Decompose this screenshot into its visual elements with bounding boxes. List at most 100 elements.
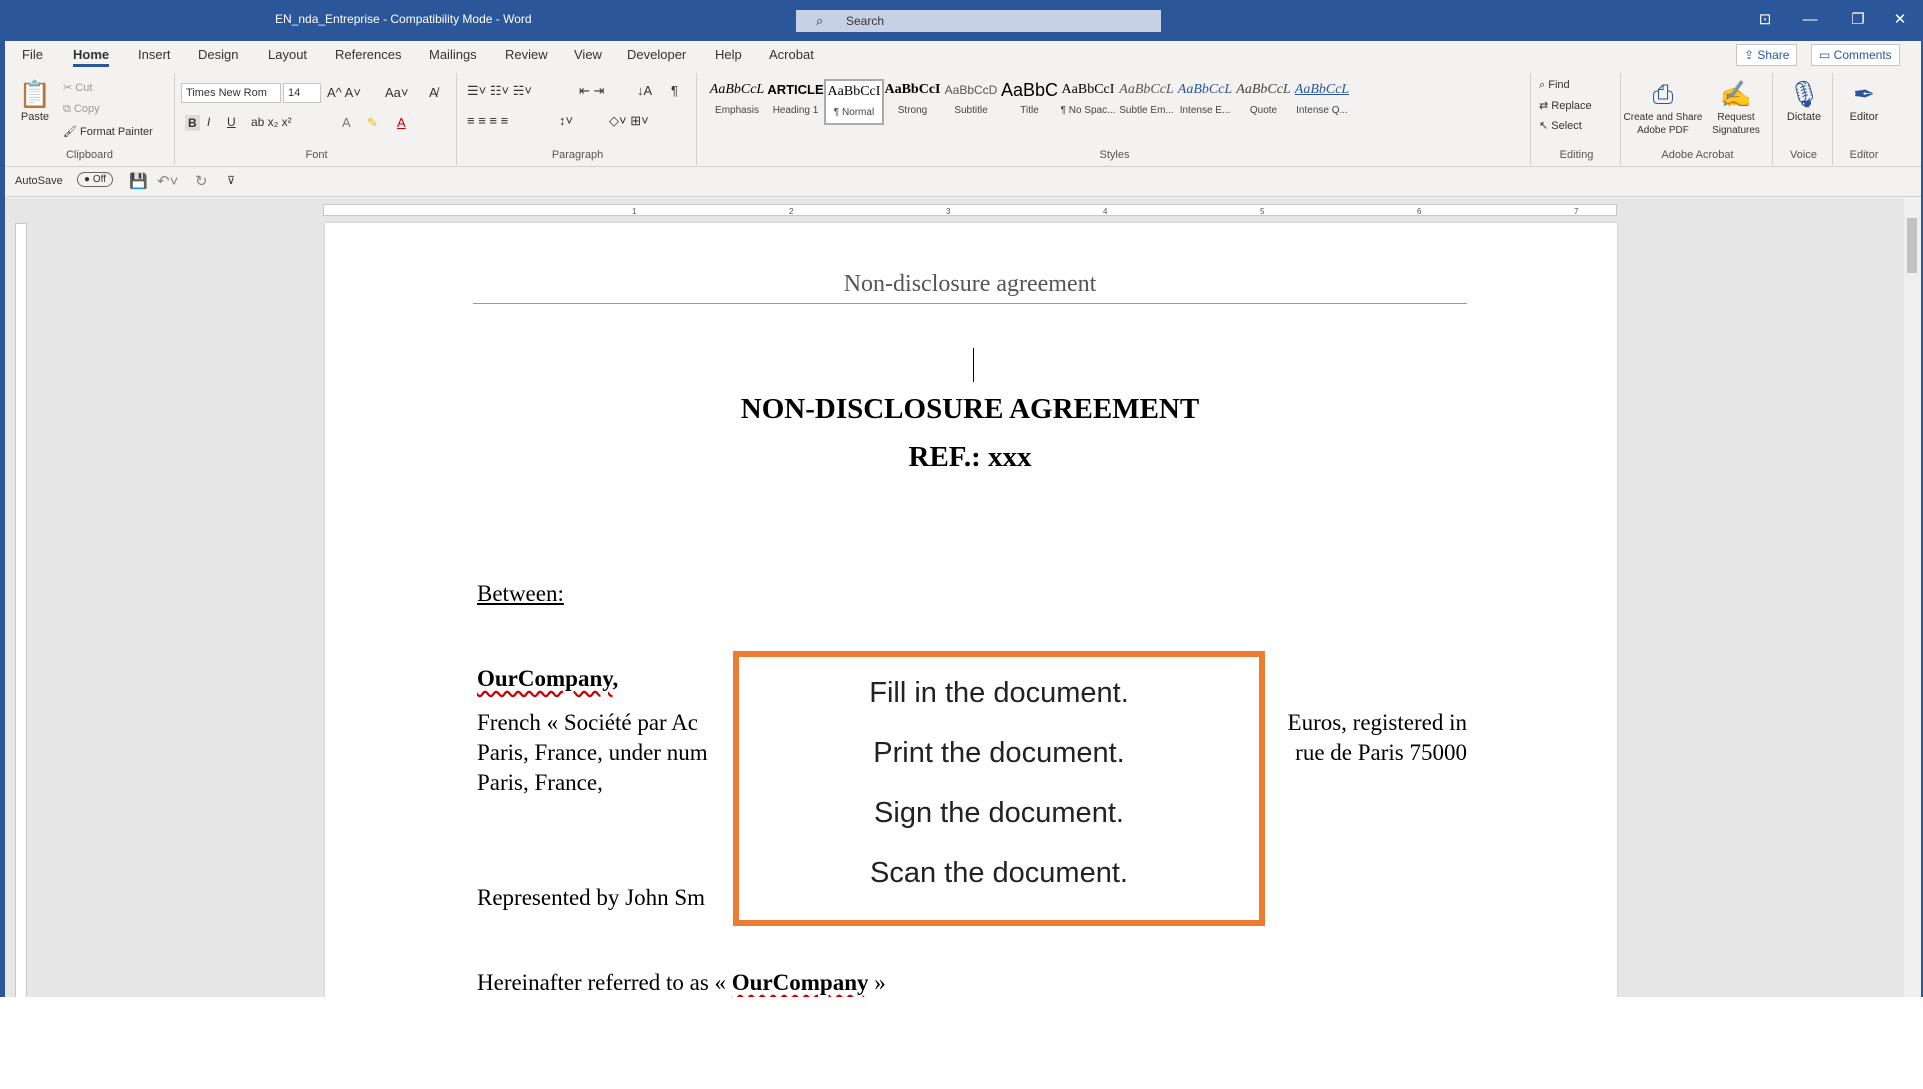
document-ref: REF.: xxx (473, 441, 1467, 474)
autosave-label: AutoSave (15, 175, 63, 187)
paste-button[interactable]: 📋 Paste (17, 77, 53, 123)
editor-button[interactable]: ✒ Editor (1835, 77, 1893, 123)
style-name: Subtitle (954, 105, 988, 116)
ribbon-tabs: File Home Insert Design Layout Reference… (5, 41, 1921, 69)
hereinafter-suffix: » (874, 970, 886, 995)
font-name-select[interactable]: Times New Rom (181, 83, 281, 103)
undo-icon[interactable]: ↶˅ (157, 172, 178, 190)
dictate-button[interactable]: 🎙 Dictate (1775, 77, 1833, 123)
editor-group-label: Editor (1849, 149, 1879, 161)
font-color-icon[interactable]: A (397, 115, 406, 130)
bullets-icon[interactable]: ☰˅ ☷˅ ☵˅ (467, 83, 532, 99)
align-icons[interactable]: ≡ ≡ ≡ ≡ (467, 113, 508, 128)
paragraph-group: ☰˅ ☷˅ ☵˅ ⇤ ⇥ ↓A ¶ ≡ ≡ ≡ ≡ ↕˅ ◇˅ ⊞˅ Parag… (459, 73, 697, 165)
style-item[interactable]: AaBbCcL Quote (1234, 79, 1294, 125)
tab-mailings[interactable]: Mailings (429, 47, 477, 62)
request-signatures-button[interactable]: ✍ Request Signatures (1705, 77, 1767, 137)
vertical-ruler[interactable] (15, 223, 27, 997)
style-name: Strong (897, 105, 928, 116)
highlight-icon[interactable]: ✎ (367, 115, 378, 131)
clear-format-icon[interactable]: A̸ (429, 85, 438, 100)
step-fill: Fill in the document. (869, 677, 1129, 709)
italic-button[interactable]: I (207, 115, 210, 129)
restore-button[interactable]: ❐ (1843, 8, 1873, 32)
word-window: EN_nda_Entreprise - Compatibility Mode -… (0, 0, 1923, 997)
ribbon-display-button[interactable]: ⊡ (1750, 8, 1780, 32)
minimize-button[interactable]: — (1795, 8, 1825, 32)
cut-button[interactable]: ✂ Cut (63, 81, 92, 94)
style-preview: AaBbCcI (884, 82, 941, 97)
line-spacing-icon[interactable]: ↕˅ (559, 113, 573, 128)
ruler-number: 2 (789, 207, 794, 216)
represented-line: Represented by John Sm (477, 885, 706, 910)
find-button[interactable]: ⌕ Find (1539, 79, 1570, 92)
format-painter-button[interactable]: 🖌 Format Painter (63, 125, 153, 138)
text-cursor (973, 348, 974, 382)
clipboard-label: Clipboard (65, 149, 114, 161)
text-effects-icon[interactable]: A (342, 115, 351, 130)
horizontal-ruler[interactable]: 1 2 3 4 5 6 7 (323, 204, 1617, 216)
style-item[interactable]: AaBbC Title (1000, 79, 1060, 125)
font-size-select[interactable]: 14 (283, 83, 321, 103)
tab-design[interactable]: Design (198, 47, 238, 62)
style-item[interactable]: AaBbCcI ¶ No Spac... (1058, 79, 1118, 125)
select-label: Select (1551, 120, 1582, 132)
acrobat-label: Adobe Acrobat (1661, 149, 1734, 161)
tab-acrobat[interactable]: Acrobat (769, 47, 814, 62)
indent-icon[interactable]: ⇤ ⇥ (579, 83, 604, 99)
style-item[interactable]: AaBbCcL Intense E... (1175, 79, 1235, 125)
sort-icon[interactable]: ↓A (637, 83, 652, 98)
style-name: Heading 1 (772, 105, 819, 116)
styles-group: AaBbCcL Emphasis ARTICLE Heading 1 AaBbCcI ¶ … (699, 73, 1531, 165)
tab-layout[interactable]: Layout (268, 47, 307, 62)
tab-home[interactable]: Home (73, 47, 110, 67)
underline-button[interactable]: U (227, 115, 236, 129)
style-item[interactable]: AaBbCcL Emphasis (707, 79, 767, 125)
close-button[interactable]: ✕ (1885, 8, 1915, 32)
find-icon: ⌕ (1539, 79, 1549, 91)
shading-icon[interactable]: ◇˅ ⊞˅ (609, 113, 649, 129)
tab-insert[interactable]: Insert (138, 47, 171, 62)
redo-icon[interactable]: ↻ (195, 172, 208, 190)
style-preview: AaBbCcL (1177, 82, 1233, 97)
strikethrough-icon[interactable]: ab x₂ x² (251, 115, 292, 129)
save-icon[interactable]: 💾 (129, 172, 148, 190)
change-case-icon[interactable]: Aa˅ (385, 85, 409, 100)
bold-button[interactable]: B (185, 115, 200, 131)
ribbon: 📋 Paste ✂ Cut ⧉ Copy 🖌 Format Painter Cl… (5, 69, 1921, 167)
autosave-toggle[interactable]: ● Off (77, 172, 113, 187)
tab-review[interactable]: Review (505, 47, 548, 62)
vertical-scrollbar[interactable] (1904, 198, 1921, 997)
style-item[interactable]: AaBbCcI Strong (883, 79, 943, 125)
style-item[interactable]: AaBbCcI ¶ Normal (824, 79, 884, 125)
copy-button[interactable]: ⧉ Copy (63, 103, 100, 116)
style-item[interactable]: ARTICLE Heading 1 (766, 79, 826, 125)
search-box[interactable]: ⌕ Search (796, 10, 1161, 32)
style-name: Subtle Em... (1119, 105, 1174, 116)
tab-help[interactable]: Help (715, 47, 742, 62)
font-label: Font (305, 149, 328, 161)
pilcrow-icon[interactable]: ¶ (671, 83, 678, 98)
autosave-toggle-label: Off (92, 174, 106, 185)
tab-developer[interactable]: Developer (627, 47, 686, 62)
ref-value: xxx (988, 441, 1032, 473)
share-button[interactable]: ⇪ Share (1736, 44, 1798, 66)
grow-font-icon[interactable]: A^ A˅ (327, 85, 361, 100)
style-item[interactable]: AaBbCcL Intense Q... (1292, 79, 1352, 125)
customize-qat-icon[interactable]: ⊽ (227, 174, 235, 187)
tab-references[interactable]: References (335, 47, 401, 62)
comments-button[interactable]: ▭ Comments (1811, 44, 1900, 66)
scrollbar-thumb[interactable] (1907, 218, 1917, 273)
tab-file[interactable]: File (22, 47, 43, 62)
pen-icon: ✒ (1853, 79, 1875, 109)
select-button[interactable]: ↖ Select (1539, 119, 1582, 132)
style-name: ¶ No Spac... (1060, 105, 1116, 116)
ruler-number: 7 (1574, 207, 1579, 216)
ruler-number: 3 (946, 207, 951, 216)
tab-view[interactable]: View (574, 47, 602, 62)
style-item[interactable]: AaBbCcD Subtitle (941, 79, 1001, 125)
create-pdf-button[interactable]: ⎙ Create and Share Adobe PDF (1623, 77, 1703, 137)
replace-button[interactable]: ⇄ Replace (1539, 99, 1592, 112)
style-name: Emphasis (715, 105, 759, 116)
style-item[interactable]: AaBbCcL Subtle Em... (1117, 79, 1177, 125)
